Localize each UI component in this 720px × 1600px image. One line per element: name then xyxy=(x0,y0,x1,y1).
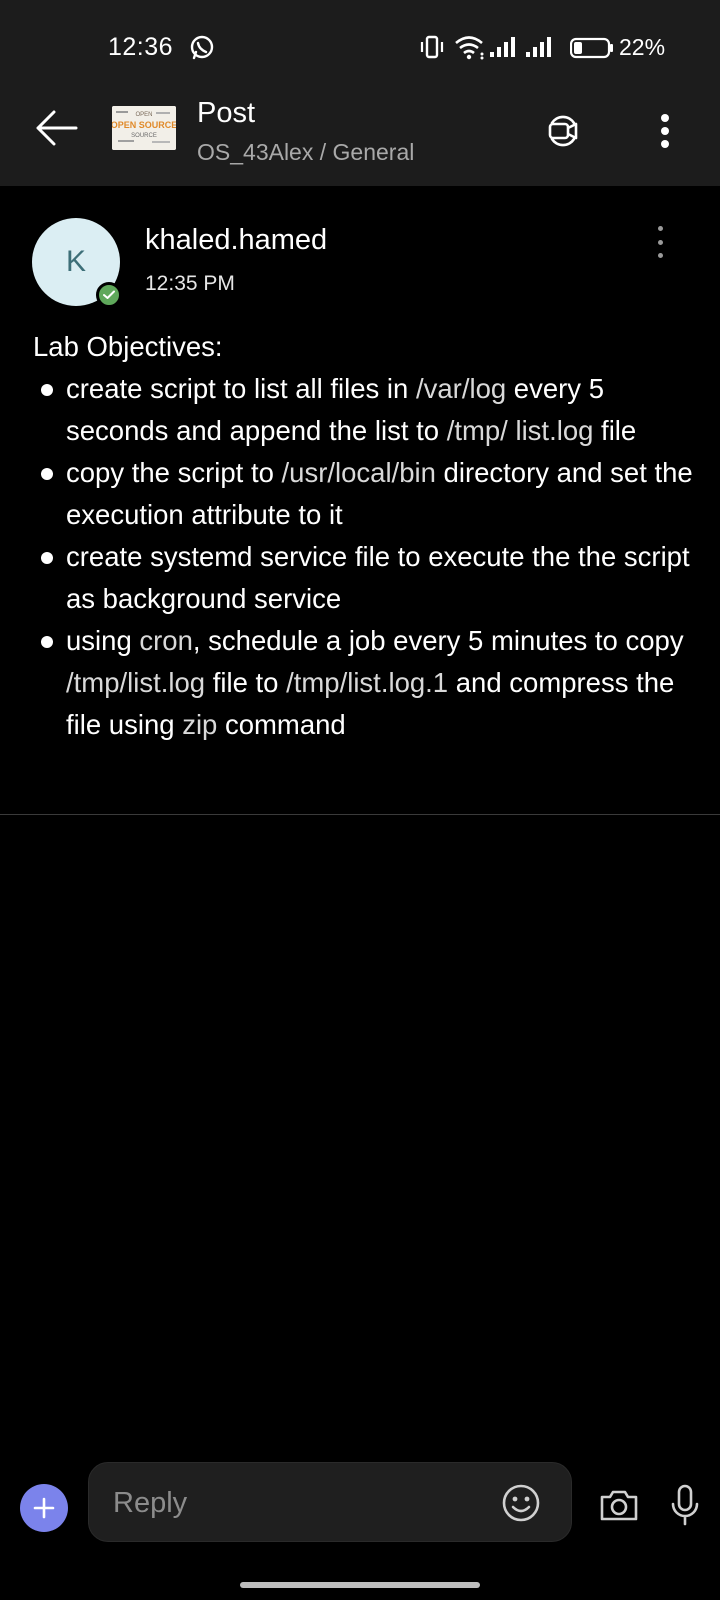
objective-text: file xyxy=(593,415,637,446)
inline-code: /var/log xyxy=(415,373,507,404)
channel-breadcrumb[interactable]: OS_43Alex / General xyxy=(197,139,414,166)
meet-button[interactable] xyxy=(538,106,588,156)
post-heading: Lab Objectives: xyxy=(33,331,223,362)
divider xyxy=(0,814,720,815)
objective-text: create systemd service file to execute t… xyxy=(66,541,690,614)
battery-percentage: 22% xyxy=(619,34,666,60)
objective-item: using cron, schedule a job every 5 minut… xyxy=(33,620,693,746)
inline-code: zip xyxy=(182,709,218,740)
objective-item: create script to list all files in /var/… xyxy=(33,368,693,452)
post-card: K khaled.hamed 12:35 PM Lab Objectives: … xyxy=(0,186,720,816)
objective-text: , schedule a job every 5 minutes to copy xyxy=(192,625,684,656)
battery-icon xyxy=(569,37,614,64)
whatsapp-icon xyxy=(188,34,216,62)
more-vertical-icon xyxy=(657,253,663,258)
post-author[interactable]: khaled.hamed xyxy=(145,224,327,257)
emoji-icon xyxy=(502,1484,540,1522)
status-bar: 12:36 22% xyxy=(0,0,720,82)
more-options-button[interactable] xyxy=(640,106,690,156)
presence-available-icon xyxy=(96,282,122,308)
objective-text: create script to list all files in xyxy=(66,373,416,404)
team-image-word: SOURCE xyxy=(131,133,157,139)
objective-text: using xyxy=(66,625,140,656)
screen: 12:36 22% OPEN OPEN SOURCE SOURCE Post O… xyxy=(0,0,720,1600)
status-time: 12:36 xyxy=(108,33,174,61)
wifi-icon xyxy=(454,34,486,65)
home-indicator[interactable] xyxy=(240,1582,480,1588)
microphone-icon xyxy=(671,1484,699,1526)
page-title: Post xyxy=(197,97,256,129)
microphone-button[interactable] xyxy=(662,1480,708,1530)
team-image: OPEN OPEN SOURCE SOURCE xyxy=(112,106,176,150)
objective-text: file to xyxy=(205,667,287,698)
inline-code: /tmp/list.log xyxy=(66,667,206,698)
objective-item: copy the script to /usr/local/bin direct… xyxy=(33,452,693,536)
team-image-word: OPEN xyxy=(135,112,152,118)
back-arrow-icon xyxy=(36,110,78,146)
back-button[interactable] xyxy=(30,102,82,154)
inline-code: /tmp/ list.log xyxy=(446,415,594,446)
add-attachment-button[interactable] xyxy=(20,1484,68,1532)
app-header: OPEN OPEN SOURCE SOURCE Post OS_43Alex /… xyxy=(0,82,720,186)
camera-icon xyxy=(600,1490,638,1521)
camera-button[interactable] xyxy=(596,1482,642,1528)
more-vertical-icon xyxy=(657,239,663,245)
post-body: Lab Objectives: create script to list al… xyxy=(33,326,693,746)
post-more-options-button[interactable] xyxy=(650,222,670,262)
post-timestamp: 12:35 PM xyxy=(145,272,235,295)
objective-text: copy the script to xyxy=(66,457,282,488)
emoji-button[interactable] xyxy=(499,1481,543,1525)
inline-code: /usr/local/bin xyxy=(281,457,436,488)
reply-input[interactable] xyxy=(113,1481,473,1525)
signal-icon xyxy=(490,36,522,63)
more-vertical-icon xyxy=(661,114,669,148)
plus-icon xyxy=(33,1497,55,1519)
signal-icon xyxy=(526,36,558,63)
inline-code: cron xyxy=(139,625,193,656)
vibrate-icon xyxy=(420,34,444,65)
objectives-list: create script to list all files in /var/… xyxy=(33,368,693,746)
reply-box xyxy=(88,1462,572,1542)
objective-text: command xyxy=(217,709,346,740)
more-vertical-icon xyxy=(657,226,663,231)
inline-code: /tmp/list.log.1 xyxy=(286,667,449,698)
team-image-word: OPEN SOURCE xyxy=(112,120,176,130)
meet-video-icon xyxy=(548,115,578,147)
objective-item: create systemd service file to execute t… xyxy=(33,536,693,620)
